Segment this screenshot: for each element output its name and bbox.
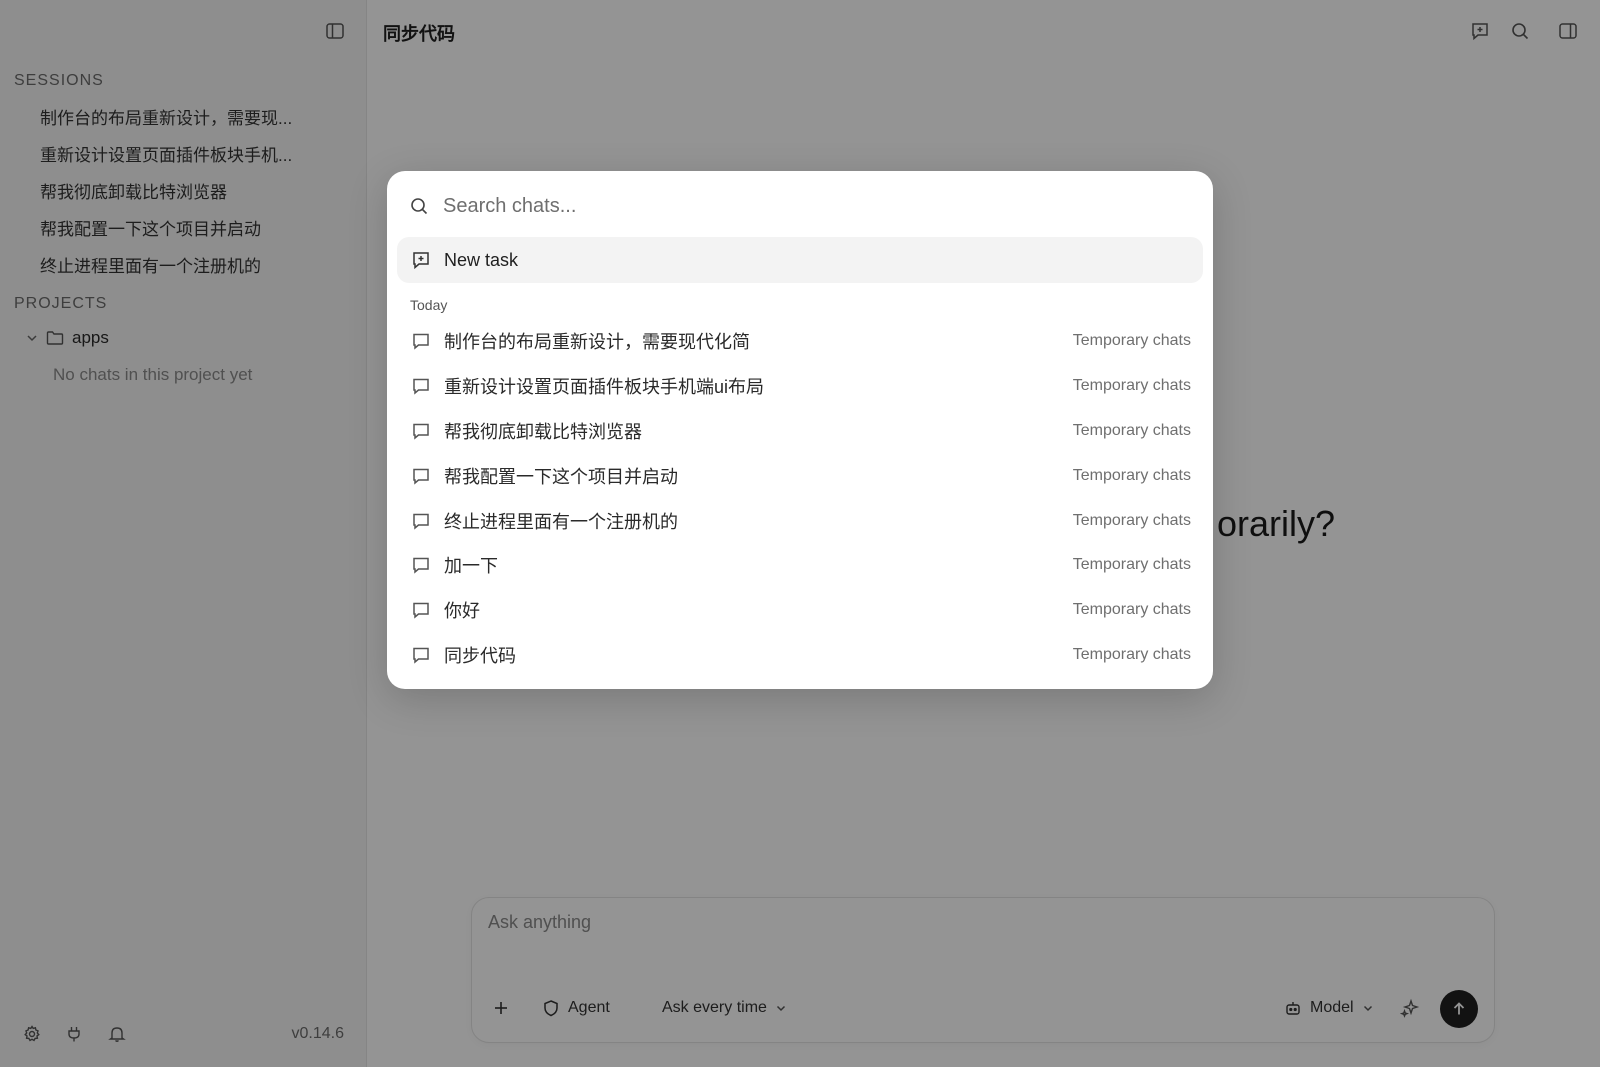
search-input[interactable] [443,194,1191,218]
chat-tag: Temporary chats [1072,511,1191,529]
chat-title: 帮我配置一下这个项目并启动 [444,466,678,487]
new-chat-icon [411,250,431,270]
chat-result-item[interactable]: 加一下 Temporary chats [397,543,1203,588]
chat-result-item[interactable]: 重新设计设置页面插件板块手机端ui布局 Temporary chats [397,364,1203,409]
chat-tag: Temporary chats [1072,601,1191,619]
chat-title: 制作台的布局重新设计，需要现代化简 [444,332,750,353]
search-chats-modal: New task Today 制作台的布局重新设计，需要现代化简 Tempora… [387,171,1213,689]
chat-title: 帮我彻底卸载比特浏览器 [444,421,642,442]
chat-result-item[interactable]: 同步代码 Temporary chats [397,633,1203,678]
chat-bubble-icon [411,511,431,531]
chat-list: 制作台的布局重新设计，需要现代化简 Temporary chats 重新设计设置… [397,319,1203,677]
chat-title: 加一下 [444,556,498,577]
chat-tag: Temporary chats [1072,556,1191,574]
chat-tag: Temporary chats [1072,421,1191,439]
chat-result-item[interactable]: 帮我配置一下这个项目并启动 Temporary chats [397,453,1203,498]
new-task-button[interactable]: New task [397,237,1203,283]
new-task-label: New task [444,249,519,270]
chat-result-item[interactable]: 帮我彻底卸载比特浏览器 Temporary chats [397,409,1203,454]
chat-tag: Temporary chats [1072,645,1191,663]
chat-bubble-icon [411,376,431,396]
chat-bubble-icon [411,421,431,441]
chat-tag: Temporary chats [1072,466,1191,484]
chat-bubble-icon [411,466,431,486]
chat-result-item[interactable]: 终止进程里面有一个注册机的 Temporary chats [397,498,1203,543]
chat-bubble-icon [411,555,431,575]
chat-title: 你好 [444,601,480,622]
search-row [409,191,1191,221]
chat-title: 重新设计设置页面插件板块手机端ui布局 [444,377,765,398]
chat-title: 同步代码 [444,645,516,666]
search-icon [409,196,429,216]
chat-tag: Temporary chats [1072,377,1191,395]
chat-result-item[interactable]: 制作台的布局重新设计，需要现代化简 Temporary chats [397,319,1203,364]
chat-result-item[interactable]: 你好 Temporary chats [397,588,1203,633]
chat-title: 终止进程里面有一个注册机的 [444,511,678,532]
chat-bubble-icon [411,600,431,620]
chat-bubble-icon [411,331,431,351]
chat-bubble-icon [411,645,431,665]
chat-tag: Temporary chats [1072,332,1191,350]
group-label-today: Today [410,297,448,313]
